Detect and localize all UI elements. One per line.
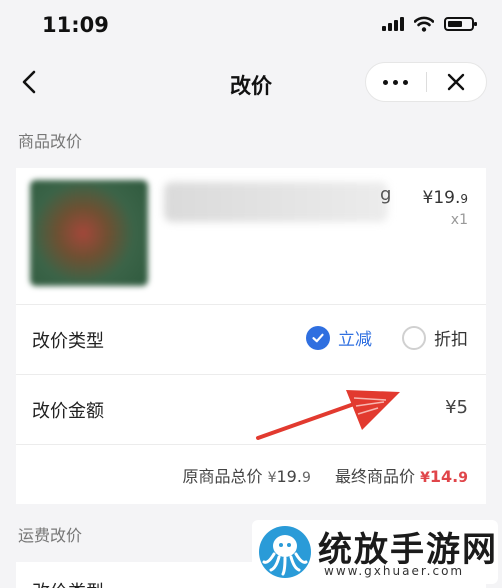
final-price-decimal: 9 bbox=[458, 470, 468, 486]
price-summary-row: 原商品总价 ¥19.9 最终商品价 ¥14.9 bbox=[16, 444, 486, 502]
product-row: g ¥19.9 x1 bbox=[16, 168, 486, 306]
section-title-product: 商品改价 bbox=[18, 132, 83, 151]
original-total-value: 19. bbox=[276, 467, 302, 486]
status-time: 11:09 bbox=[42, 13, 109, 37]
radio-label-instant-reduction: 立减 bbox=[338, 330, 372, 350]
price-change-type-row: 改价类型 立减 折扣 bbox=[16, 304, 486, 374]
price-change-amount-value[interactable]: ¥5 bbox=[445, 397, 468, 418]
signal-icon bbox=[382, 17, 404, 31]
octopus-logo-icon bbox=[259, 526, 311, 578]
product-name-tail: g bbox=[380, 184, 392, 205]
radio-label-discount: 折扣 bbox=[434, 330, 468, 350]
watermark: 统放手游网 www.gxhuaer.com bbox=[252, 520, 498, 584]
original-total-label: 原商品总价 bbox=[182, 467, 263, 486]
final-price-label: 最终商品价 bbox=[335, 467, 416, 486]
section-title-shipping: 运费改价 bbox=[18, 526, 83, 545]
more-icon[interactable] bbox=[366, 63, 426, 101]
product-card: g ¥19.9 x1 改价类型 立减 折扣 改价金额 ¥5 原商品总价 ¥19.… bbox=[16, 168, 486, 504]
status-icons bbox=[382, 16, 477, 32]
product-image bbox=[30, 180, 148, 286]
radio-empty-icon bbox=[402, 325, 426, 350]
wifi-icon bbox=[414, 16, 434, 32]
nav-bar: 改价 bbox=[0, 56, 502, 110]
product-name-blurred bbox=[164, 182, 388, 222]
price-change-type-label: 改价类型 bbox=[32, 331, 104, 352]
close-icon[interactable] bbox=[427, 63, 487, 101]
watermark-url: www.gxhuaer.com bbox=[324, 564, 465, 578]
status-bar: 11:09 bbox=[0, 0, 502, 50]
battery-icon bbox=[444, 17, 477, 31]
radio-instant-reduction[interactable]: 立减 bbox=[306, 325, 372, 350]
shipping-type-label: 改价类型 bbox=[32, 578, 104, 588]
mini-program-capsule bbox=[365, 62, 487, 102]
radio-discount[interactable]: 折扣 bbox=[402, 325, 468, 350]
price-change-type-options: 立减 折扣 bbox=[306, 325, 468, 350]
original-total-decimal: 9 bbox=[301, 470, 311, 486]
final-price-currency: ¥ bbox=[420, 470, 430, 486]
price-summary: 原商品总价 ¥19.9 最终商品价 ¥14.9 bbox=[182, 463, 468, 487]
check-icon bbox=[306, 325, 330, 350]
price-change-amount-label: 改价金额 bbox=[32, 401, 104, 422]
final-price-value: 14. bbox=[429, 467, 459, 486]
product-price: ¥19.9 bbox=[422, 188, 469, 208]
annotation-arrow-icon bbox=[256, 390, 400, 440]
product-quantity: x1 bbox=[450, 212, 468, 228]
